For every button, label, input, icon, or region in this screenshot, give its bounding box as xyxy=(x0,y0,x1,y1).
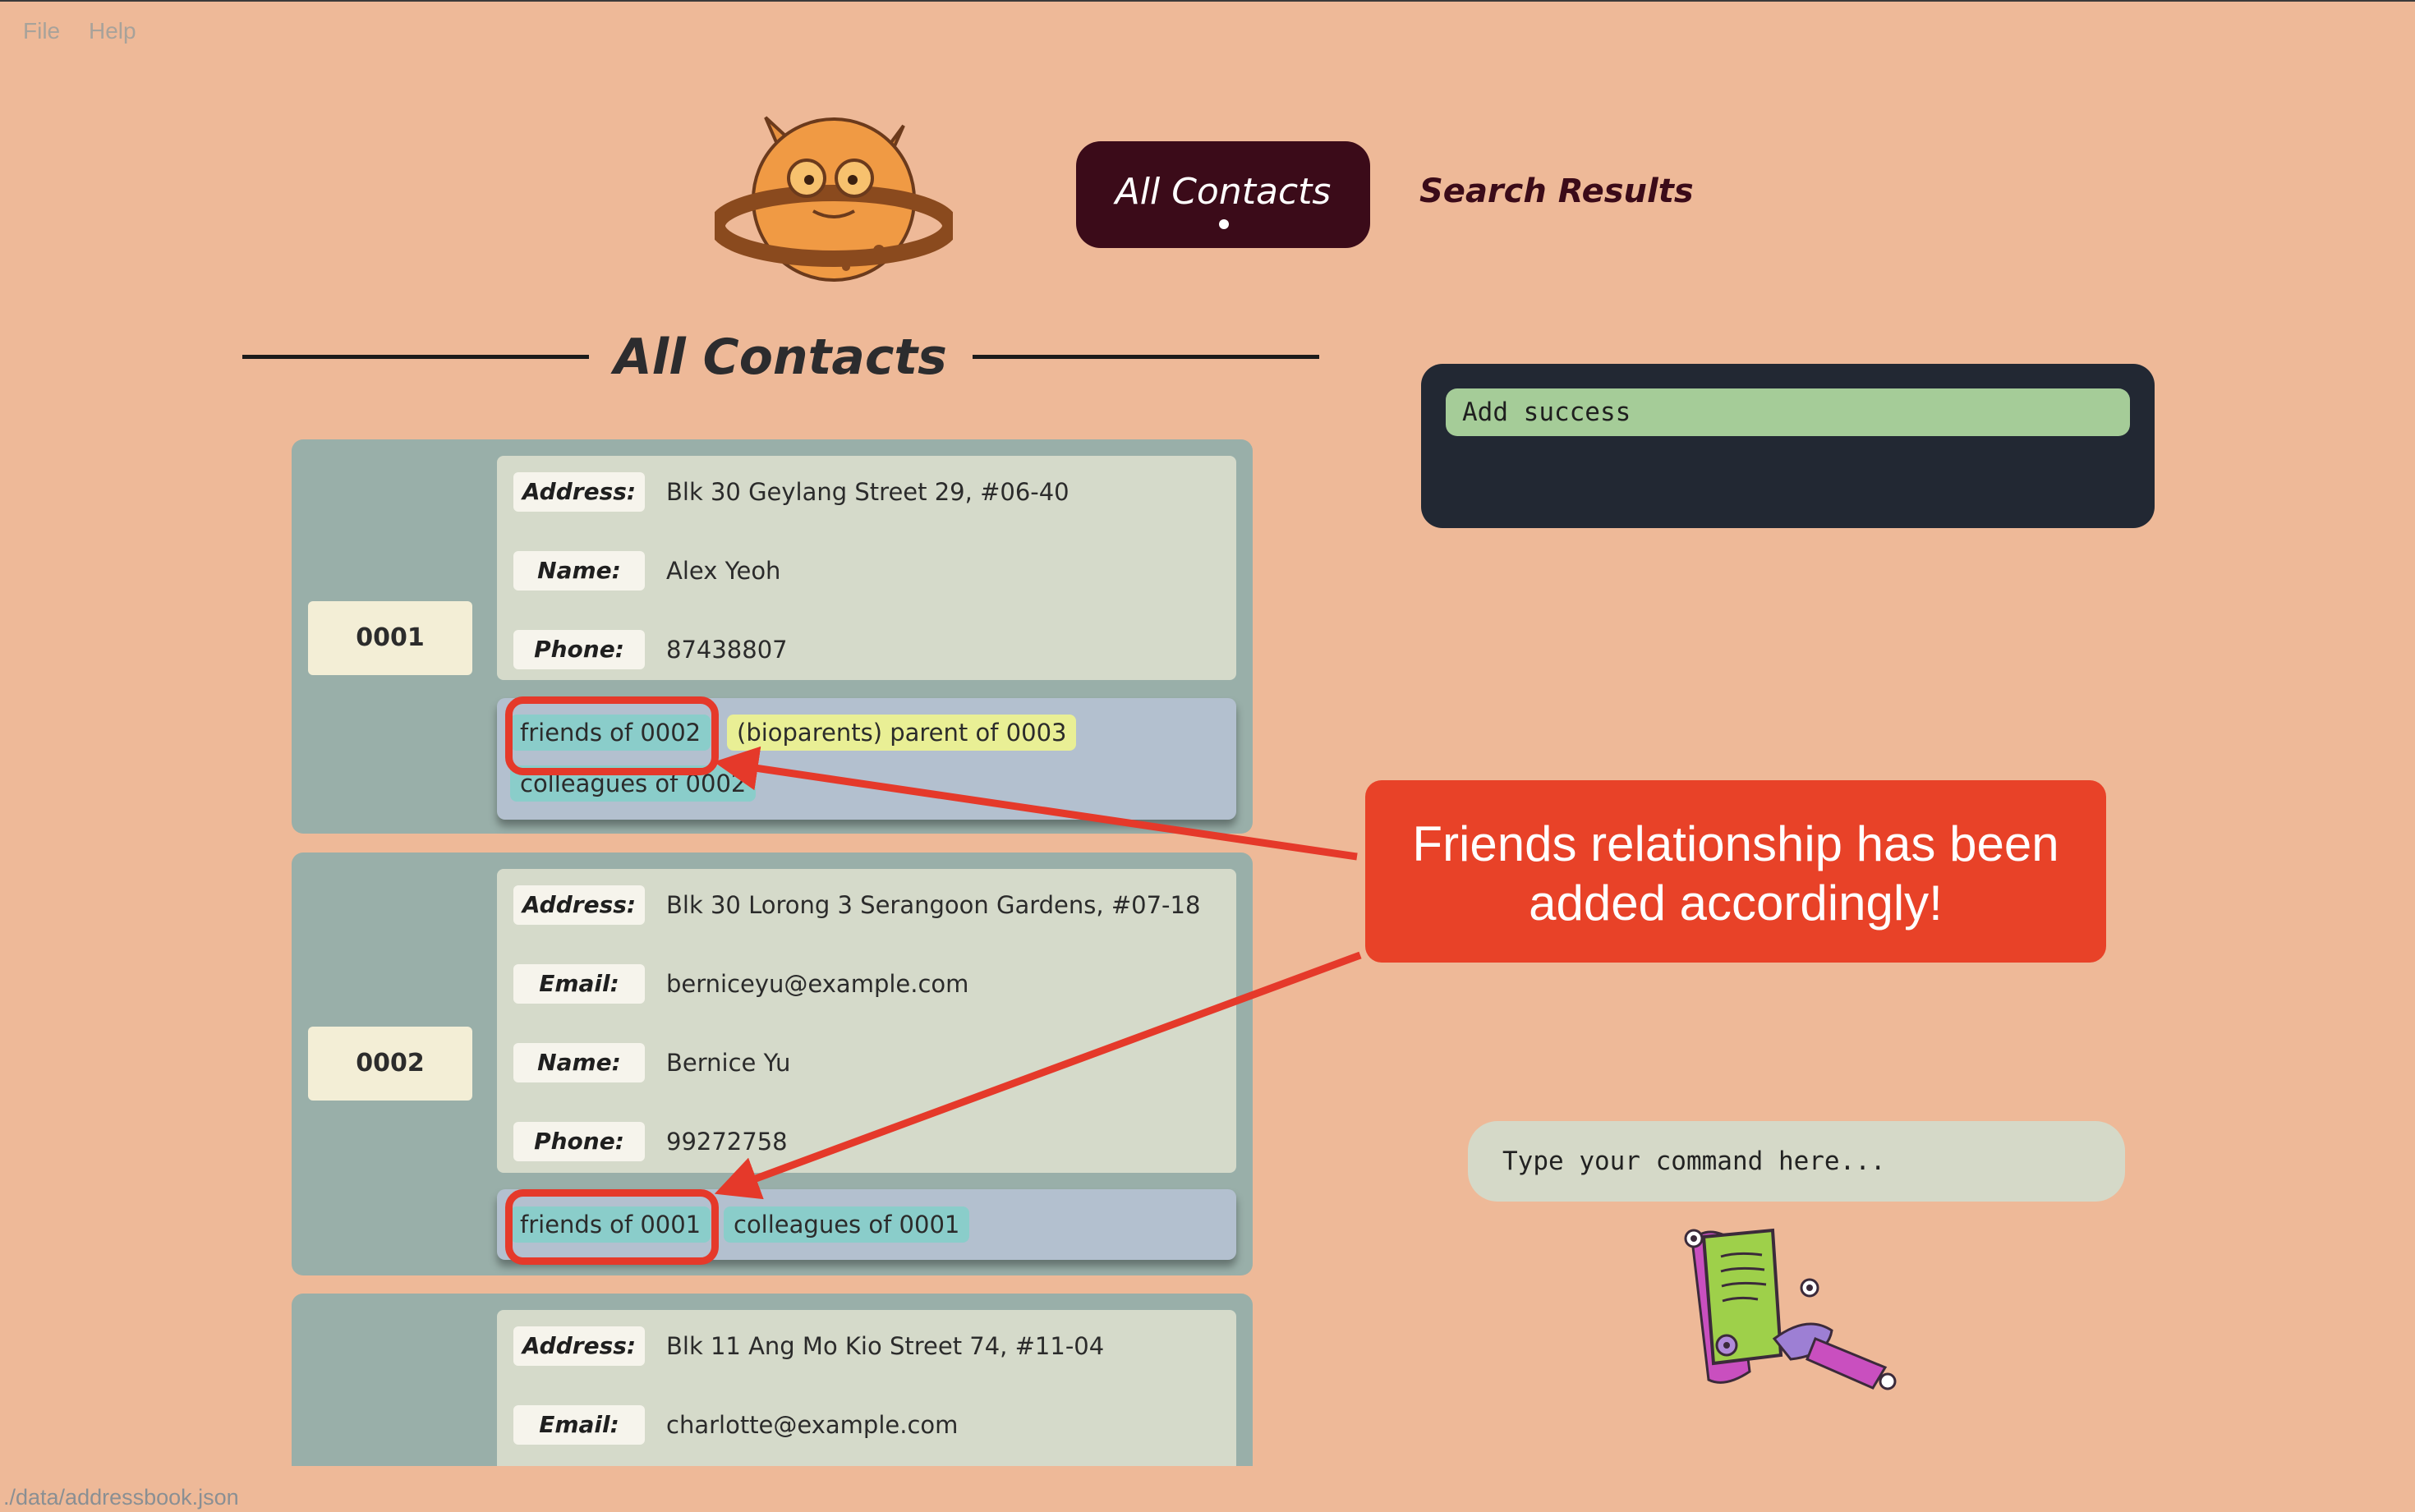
contact-fields: Address: Blk 30 Lorong 3 Serangoon Garde… xyxy=(497,869,1236,1173)
menu-help[interactable]: Help xyxy=(89,18,136,44)
active-tab-indicator xyxy=(1219,219,1229,229)
cookie-planet-monster-logo-icon xyxy=(715,116,953,282)
tab-search-results[interactable]: Search Results xyxy=(1419,172,1694,210)
field-value: 87438807 xyxy=(666,636,788,664)
contact-card[interactable]: 0002 Address: Blk 30 Lorong 3 Serangoon … xyxy=(292,853,1253,1275)
menu-file[interactable]: File xyxy=(23,18,60,44)
field-label: Email: xyxy=(513,1405,645,1445)
tag-relationship: colleagues of 0001 xyxy=(724,1206,970,1243)
field-value: charlotte@example.com xyxy=(666,1411,959,1439)
annotation-callout: Friends relationship has been added acco… xyxy=(1365,780,2106,963)
tag-relationship: (bioparents) parent of 0003 xyxy=(727,715,1077,751)
heading-divider-right xyxy=(973,355,1319,359)
status-file-path: ./data/addressbook.json xyxy=(3,1485,239,1510)
command-input[interactable]: Type your command here... xyxy=(1468,1121,2125,1202)
contact-card[interactable]: 0001 Address: Blk 30 Geylang Street 29, … xyxy=(292,439,1253,834)
field-label: Address: xyxy=(513,472,645,512)
field-label: Phone: xyxy=(513,1122,645,1161)
field-value: Alex Yeoh xyxy=(666,557,781,585)
monster-writing-note-icon xyxy=(1684,1228,1897,1390)
field-value: Blk 30 Geylang Street 29, #06-40 xyxy=(666,478,1070,506)
field-label: Address: xyxy=(513,1326,645,1366)
field-label: Name: xyxy=(513,551,645,591)
contact-id-badge: 0002 xyxy=(308,1027,472,1101)
contact-card[interactable]: Address: Blk 11 Ang Mo Kio Street 74, #1… xyxy=(292,1294,1253,1466)
heading-divider-left xyxy=(242,355,589,359)
field-label: Email: xyxy=(513,964,645,1004)
window-top-border xyxy=(0,0,2415,2)
field-value: Bernice Yu xyxy=(666,1049,791,1077)
field-value: berniceyu@example.com xyxy=(666,970,969,998)
contact-fields: Address: Blk 11 Ang Mo Kio Street 74, #1… xyxy=(497,1310,1236,1466)
field-label: Address: xyxy=(513,885,645,925)
field-value: Blk 30 Lorong 3 Serangoon Gardens, #07-1… xyxy=(666,891,1201,919)
contact-id-badge: 0001 xyxy=(308,601,472,675)
highlight-circle xyxy=(505,696,719,775)
page-title: All Contacts xyxy=(614,329,947,386)
tab-all-contacts[interactable]: All Contacts xyxy=(1076,141,1370,248)
contact-fields: Address: Blk 30 Geylang Street 29, #06-4… xyxy=(497,456,1236,680)
contact-list[interactable]: 0001 Address: Blk 30 Geylang Street 29, … xyxy=(292,439,1253,1466)
highlight-circle xyxy=(505,1189,719,1265)
result-message: Add success xyxy=(1446,388,2130,436)
field-value: 99272758 xyxy=(666,1128,788,1156)
field-label: Name: xyxy=(513,1043,645,1082)
status-bar xyxy=(0,1466,2415,1512)
field-label: Phone: xyxy=(513,630,645,669)
field-value: Blk 11 Ang Mo Kio Street 74, #11-04 xyxy=(666,1332,1105,1360)
